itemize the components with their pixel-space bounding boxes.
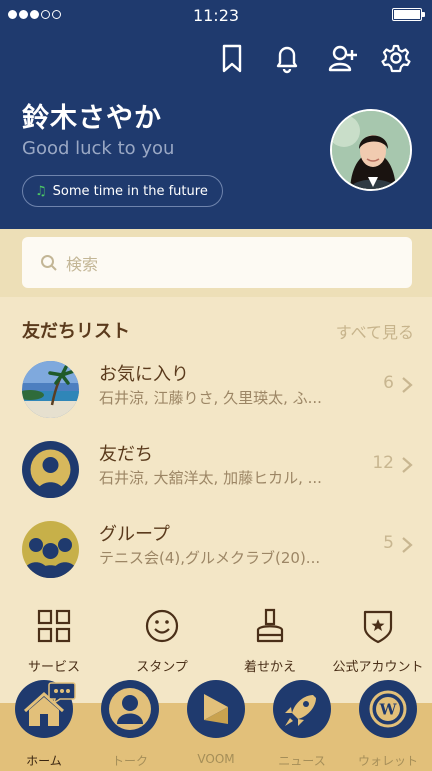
themes-shortcut[interactable]: 着せかえ [216, 606, 324, 678]
official-accounts-shortcut[interactable]: 公式アカウント [324, 606, 432, 678]
add-friend-icon[interactable] [328, 42, 358, 74]
nav-home-label: ホーム [26, 754, 62, 768]
favorites-row[interactable]: お気に入り 石井涼, 江藤りさ, 久里瑛太, ふ... 6 [0, 355, 432, 425]
friends-avatar [22, 441, 79, 498]
friend-row-members: 石井涼, 大舘洋太, 加藤ヒカル, ... [99, 469, 322, 487]
nav-news[interactable]: ニュース [259, 680, 345, 771]
nav-wallet-label: ウォレット [357, 754, 418, 768]
friends-row[interactable]: 友だち 石井涼, 大舘洋太, 加藤ヒカル, ... 12 [0, 435, 432, 505]
status-bar: 11:23 [0, 0, 432, 30]
groups-avatar [22, 521, 79, 578]
svg-text:W: W [379, 701, 398, 719]
status-time: 11:23 [192, 6, 240, 25]
music-note-icon: ♫ [35, 183, 47, 199]
nav-voom-label: VOOM [197, 752, 235, 766]
friend-row-members: テニス会(4),グルメクラブ(20)... [99, 549, 321, 567]
friend-list-title: 友だちリスト [22, 321, 130, 342]
profile-music-button[interactable]: ♫ Some time in the future [22, 175, 223, 207]
grid-icon [37, 609, 71, 643]
chevron-right-icon [402, 457, 413, 473]
friend-row-name: お気に入り [99, 364, 189, 385]
brush-icon [256, 608, 284, 643]
services-label: サービス [27, 660, 80, 675]
nav-talk[interactable]: トーク [87, 680, 173, 771]
smiley-icon [145, 609, 179, 643]
search-icon [41, 254, 57, 271]
services-shortcut[interactable]: サービス [0, 606, 108, 678]
profile-status-message[interactable]: Good luck to you [22, 138, 174, 159]
groups-row[interactable]: グループ テニス会(4),グルメクラブ(20)... 5 [0, 515, 432, 585]
nav-wallet[interactable]: W ウォレット [345, 680, 431, 771]
chevron-right-icon [402, 377, 413, 393]
talk-icon [101, 680, 159, 738]
nav-voom[interactable]: VOOM [173, 680, 259, 771]
gear-icon[interactable] [381, 42, 411, 74]
friend-row-name: グループ [99, 524, 170, 545]
rocket-icon [273, 680, 331, 738]
shield-star-icon [363, 610, 393, 644]
search-area: 検索 [0, 229, 432, 297]
battery-icon [392, 8, 425, 21]
profile-header: 11:23 鈴木さやか Good luck to you ♫ Some time… [0, 0, 432, 229]
friend-row-count: 5 [383, 533, 394, 553]
nav-talk-label: トーク [111, 754, 148, 768]
bookmark-icon[interactable] [217, 42, 247, 74]
friend-row-name: 友だち [99, 444, 153, 465]
chevron-right-icon [402, 537, 413, 553]
voom-icon [187, 680, 245, 738]
friend-row-members: 石井涼, 江藤りさ, 久里瑛太, ふ... [99, 389, 322, 407]
nav-news-label: ニュース [278, 754, 326, 768]
themes-label: 着せかえ [243, 660, 296, 675]
chat-bubble-icon [48, 682, 76, 704]
favorites-avatar [22, 361, 79, 418]
profile-name[interactable]: 鈴木さやか [22, 96, 162, 135]
friend-row-count: 12 [372, 453, 394, 473]
stickers-label: スタンプ [136, 660, 188, 675]
wallet-icon: W [359, 680, 417, 738]
search-placeholder: 検索 [66, 254, 99, 274]
official-accounts-label: 公式アカウント [332, 660, 424, 675]
search-input[interactable]: 検索 [22, 237, 412, 288]
friend-row-count: 6 [383, 373, 394, 393]
profile-avatar[interactable] [330, 109, 412, 191]
profile-music-label: Some time in the future [52, 183, 208, 199]
bell-icon[interactable] [272, 42, 302, 74]
see-all-link[interactable]: すべて見る [336, 319, 414, 343]
stickers-shortcut[interactable]: スタンプ [108, 606, 216, 678]
